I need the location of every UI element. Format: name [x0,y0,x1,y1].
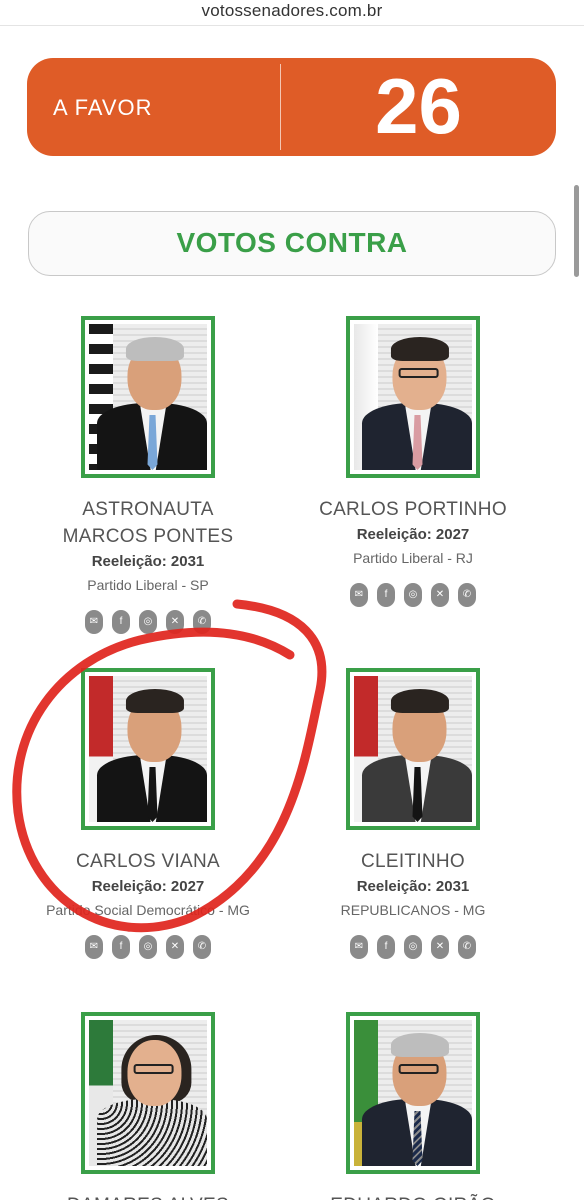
phone-icon[interactable]: ✆ [193,610,211,634]
senator-reelection: Reeleição: 2027 [91,878,205,895]
senator-photo[interactable] [81,668,215,830]
x-icon[interactable]: ✕ [166,610,184,634]
x-icon[interactable]: ✕ [166,935,184,959]
senator-party: REPUBLICANOS - MG [340,902,486,918]
social-links: ✉ f ◎ ✕ ✆ [3,610,293,634]
senator-party: Partido Social Democrático - MG [46,902,250,918]
senator-name: EDUARDO GIRÃO [268,1192,558,1200]
senator-party: Partido Liberal - RJ [353,550,473,566]
senator-card[interactable]: ASTRONAUTA MARCOS PONTES Reeleição: 2031… [3,316,293,634]
social-links: ✉ f ◎ ✕ ✆ [3,935,293,959]
senator-reelection: Reeleição: 2027 [356,526,470,543]
facebook-icon[interactable]: f [112,610,130,634]
senator-card[interactable]: CARLOS VIANA Reeleição: 2027 Partido Soc… [3,668,293,959]
instagram-icon[interactable]: ◎ [139,935,157,959]
instagram-icon[interactable]: ◎ [404,935,422,959]
scrollbar[interactable] [574,185,579,277]
phone-icon[interactable]: ✆ [193,935,211,959]
phone-icon[interactable]: ✆ [458,583,476,607]
senator-name: CARLOS VIANA [75,851,221,872]
mail-icon[interactable]: ✉ [350,935,368,959]
facebook-icon[interactable]: f [377,583,395,607]
senator-name: CARLOS PORTINHO [319,499,507,520]
senator-name: CLEITINHO [360,851,466,872]
senator-photo[interactable] [81,1012,215,1174]
social-links: ✉ f ◎ ✕ ✆ [268,935,558,959]
senator-name: DAMARES ALVES [3,1192,293,1200]
senator-card[interactable]: CLEITINHO Reeleição: 2031 REPUBLICANOS -… [268,668,558,959]
votes-in-favor-banner: A FAVOR 26 [27,58,556,156]
senator-party: Partido Liberal - SP [87,577,209,593]
facebook-icon[interactable]: f [377,935,395,959]
instagram-icon[interactable]: ◎ [139,610,157,634]
senator-photo[interactable] [346,1012,480,1174]
senator-reelection: Reeleição: 2031 [91,553,205,570]
mail-icon[interactable]: ✉ [85,935,103,959]
senator-card[interactable]: EDUARDO GIRÃO [268,1012,558,1200]
mail-icon[interactable]: ✉ [85,610,103,634]
mail-icon[interactable]: ✉ [350,583,368,607]
votes-against-title: VOTOS CONTRA [176,227,408,258]
facebook-icon[interactable]: f [112,935,130,959]
senator-photo[interactable] [346,316,480,478]
senator-photo[interactable] [346,668,480,830]
url-text: votossenadores.com.br [201,1,383,20]
senator-name: ASTRONAUTA MARCOS PONTES [62,499,234,547]
votes-in-favor-count: 26 [375,62,462,150]
social-links: ✉ f ◎ ✕ ✆ [268,583,558,607]
senator-card[interactable]: DAMARES ALVES [3,1012,293,1200]
phone-icon[interactable]: ✆ [458,935,476,959]
senator-reelection: Reeleição: 2031 [356,878,470,895]
senator-photo[interactable] [81,316,215,478]
instagram-icon[interactable]: ◎ [404,583,422,607]
x-icon[interactable]: ✕ [431,583,449,607]
votes-in-favor-label: A FAVOR [53,95,153,120]
browser-url-bar[interactable]: votossenadores.com.br [0,0,584,26]
senator-card[interactable]: CARLOS PORTINHO Reeleição: 2027 Partido … [268,316,558,607]
x-icon[interactable]: ✕ [431,935,449,959]
votes-against-tab[interactable]: VOTOS CONTRA [28,211,556,276]
